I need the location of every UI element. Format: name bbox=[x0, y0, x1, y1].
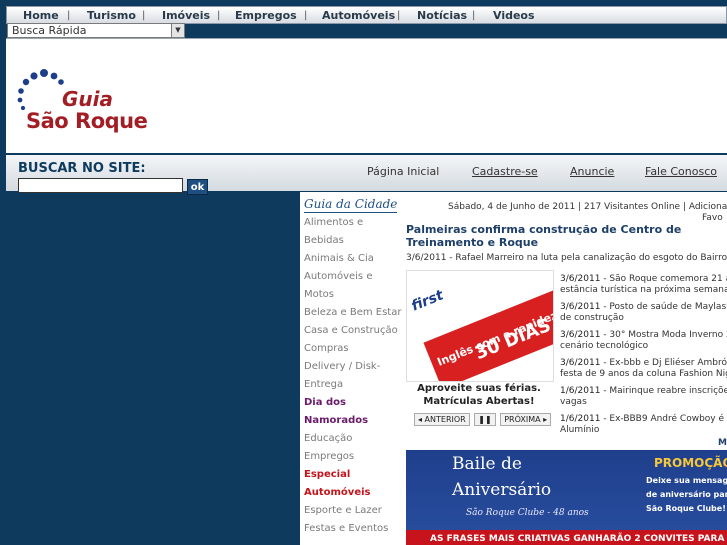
chevron-down-icon[interactable]: ▼ bbox=[171, 24, 184, 37]
nav-separator: | bbox=[67, 10, 71, 21]
news-item[interactable]: 3/6/2011 - São Roque comemora 21 an bbox=[560, 274, 727, 285]
search-bar-row: BUSCAR NO SITE: ok Página Inicial Cadast… bbox=[6, 155, 727, 195]
date-visitors-line: Sábado, 4 de Junho de 2011 | 217 Visitan… bbox=[448, 202, 727, 212]
page: Home | Turismo | Imóveis | Empregos | Au… bbox=[0, 0, 727, 545]
site-header: Guia São Roque bbox=[6, 38, 727, 153]
link-fale-conosco[interactable]: Fale Conosco bbox=[645, 165, 717, 178]
sidebar-item-educacao[interactable]: Educação bbox=[304, 430, 352, 448]
quick-search-value: Busca Rápida bbox=[12, 24, 87, 37]
logo-text-guia: Guia bbox=[62, 87, 114, 111]
ad-controls: ◂ ANTERIOR ❚❚ PRÓXIMA ▸ bbox=[414, 413, 553, 426]
ad-caption: Aproveite suas férias. Matrículas Aberta… bbox=[406, 382, 552, 408]
news-item[interactable]: 1/6/2011 - Mairinque reabre inscrições bbox=[560, 386, 727, 397]
sidebar-item-especial-automoveis[interactable]: Automóveis bbox=[304, 484, 370, 502]
ad-brand: first bbox=[409, 287, 446, 315]
sidebar-item-beleza[interactable]: Beleza e Bem Estar bbox=[304, 304, 401, 322]
ad-caption-line2: Matrículas Abertas! bbox=[423, 396, 535, 407]
sidebar-item-casa[interactable]: Casa e Construção bbox=[304, 322, 398, 340]
sidebar-item-delivery[interactable]: Delivery / Disk- bbox=[304, 358, 380, 376]
logo-text-sao-roque: São Roque bbox=[26, 109, 148, 133]
nav-separator: | bbox=[472, 10, 476, 21]
top-navigation: Home | Turismo | Imóveis | Empregos | Au… bbox=[6, 6, 727, 24]
ad-pause-button[interactable]: ❚❚ bbox=[474, 413, 496, 426]
news-headline[interactable]: Palmeiras confirma construção de Centro … bbox=[406, 223, 727, 249]
news-item[interactable]: estância turística na próxima semana bbox=[560, 285, 727, 296]
nav-imoveis[interactable]: Imóveis bbox=[162, 9, 210, 22]
banner-bottom-strip: AS FRASES MAIS CRIATIVAS GANHARÃO 2 CONV… bbox=[406, 530, 727, 545]
news-item[interactable]: 1/6/2011 - Ex-BBB9 André Cowboy é as bbox=[560, 414, 727, 425]
quick-search-select[interactable]: Busca Rápida ▼ bbox=[7, 23, 185, 38]
link-anuncie[interactable]: Anuncie bbox=[570, 165, 614, 178]
banner-promo: PROMOÇÃO bbox=[654, 456, 727, 470]
link-pagina-inicial[interactable]: Página Inicial bbox=[367, 165, 439, 178]
nav-videos[interactable]: Videos bbox=[493, 9, 535, 22]
news-item[interactable]: cenário tecnológico bbox=[560, 341, 648, 352]
banner-side-text: Deixe sua mensage de aniversário para Sã… bbox=[646, 476, 727, 513]
sidebar-item-automoveis-motos[interactable]: Automóveis e bbox=[304, 268, 372, 286]
banner-club: São Roque Clube - 48 anos bbox=[466, 508, 589, 518]
banner-line1: Baile de bbox=[452, 454, 522, 474]
sidebar-item-alimentos[interactable]: Bebidas bbox=[304, 232, 344, 250]
nav-noticias[interactable]: Notícias bbox=[417, 9, 467, 22]
ad-prev-button[interactable]: ◂ ANTERIOR bbox=[414, 413, 470, 426]
ad-caption-line1: Aproveite suas férias. bbox=[417, 383, 541, 394]
ad-next-button[interactable]: PRÓXIMA ▸ bbox=[500, 413, 552, 426]
city-guide-sidebar: Guia da Cidade Alimentos e Bebidas Anima… bbox=[300, 192, 402, 545]
sidebar-item-especial-automoveis[interactable]: Especial bbox=[304, 466, 350, 484]
sidebar-item-esporte[interactable]: Esporte e Lazer bbox=[304, 502, 382, 520]
news-item[interactable]: vagas bbox=[560, 397, 587, 408]
nav-empregos[interactable]: Empregos bbox=[235, 9, 297, 22]
news-item[interactable]: Alumínio bbox=[560, 425, 599, 436]
nav-automoveis[interactable]: Automóveis bbox=[322, 9, 395, 22]
more-news-link[interactable]: M bbox=[718, 438, 727, 448]
sidebar-item-animais[interactable]: Animais & Cia bbox=[304, 250, 374, 268]
ad-first-idiomas[interactable]: first Inglês com a rapidez que você prec… bbox=[406, 270, 554, 382]
link-cadastre-se[interactable]: Cadastre-se bbox=[472, 165, 538, 178]
nav-separator: | bbox=[217, 10, 221, 21]
sidebar-title: Guia da Cidade bbox=[304, 197, 398, 213]
main-content: Sábado, 4 de Junho de 2011 | 217 Visitan… bbox=[402, 192, 727, 545]
search-input[interactable] bbox=[18, 178, 183, 193]
news-item[interactable]: 3/6/2011 - 30° Mostra Moda Inverno 20 bbox=[560, 330, 727, 341]
nav-separator: | bbox=[304, 10, 308, 21]
nav-separator: | bbox=[142, 10, 146, 21]
nav-turismo[interactable]: Turismo bbox=[87, 9, 136, 22]
news-item[interactable]: de construção bbox=[560, 313, 624, 324]
search-label: BUSCAR NO SITE: bbox=[18, 161, 146, 176]
news-item[interactable]: festa de 9 anos da coluna Fashion Nigh bbox=[560, 369, 727, 380]
news-subline[interactable]: 3/6/2011 - Rafael Marreiro na luta pela … bbox=[406, 253, 727, 263]
news-item[interactable]: 3/6/2011 - Ex-bbb e Dj Eliéser Ambrósi bbox=[560, 358, 727, 369]
sidebar-item-dia-dos-namorados[interactable]: Dia dos bbox=[304, 394, 346, 412]
search-ok-button[interactable]: ok bbox=[187, 179, 208, 195]
sidebar-item-automoveis-motos[interactable]: Motos bbox=[304, 286, 334, 304]
sidebar-item-festas[interactable]: Festas e Eventos bbox=[304, 520, 388, 538]
sidebar-item-dia-dos-namorados[interactable]: Namorados bbox=[304, 412, 368, 430]
nav-home[interactable]: Home bbox=[23, 9, 59, 22]
sidebar-item-alimentos[interactable]: Alimentos e bbox=[304, 214, 363, 232]
favorites-link[interactable]: Favo bbox=[702, 213, 723, 223]
banner-line2: Aniversário bbox=[452, 480, 552, 500]
sidebar-item-delivery[interactable]: Entrega bbox=[304, 376, 343, 394]
banner-baile-aniversario[interactable]: Baile de Aniversário São Roque Clube - 4… bbox=[406, 450, 727, 545]
news-item[interactable]: 3/6/2011 - Posto de saúde de Maylasky bbox=[560, 302, 727, 313]
sidebar-item-empregos[interactable]: Empregos bbox=[304, 448, 354, 466]
sidebar-item-compras[interactable]: Compras bbox=[304, 340, 349, 358]
nav-separator: | bbox=[397, 10, 401, 21]
